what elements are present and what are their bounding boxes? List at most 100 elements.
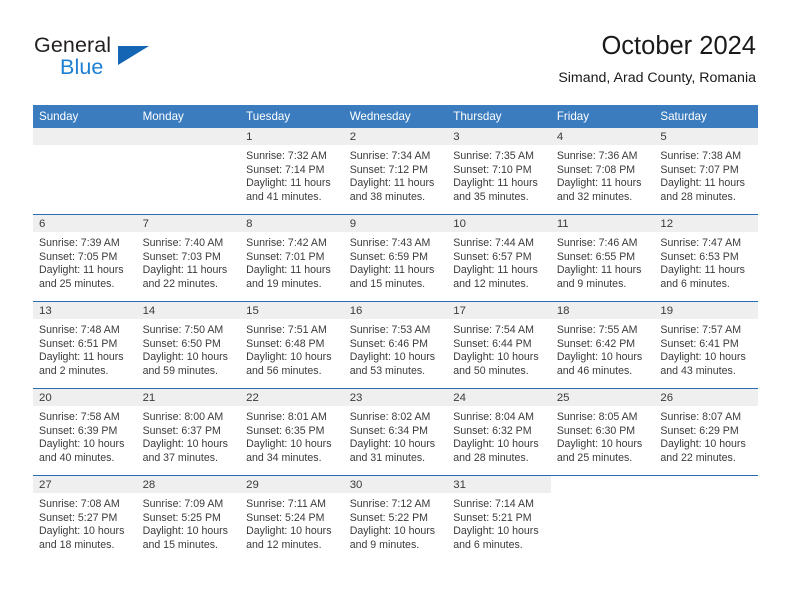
daylight-text-line2: and 40 minutes. xyxy=(39,451,115,464)
sunset-text: Sunset: 6:59 PM xyxy=(349,250,429,263)
day-number: 24 xyxy=(447,389,551,406)
day-cell-inner: 28 Sunrise: 7:09 AM Sunset: 5:25 PM Dayligh… xyxy=(136,476,241,562)
daylight-text-line2: and 28 minutes. xyxy=(660,190,736,203)
daylight-text-line1: Daylight: 11 hours xyxy=(349,264,435,277)
calendar-day-cell[interactable]: 11 Sunrise: 7:46 AM Sunset: 6:55 PM Dayligh… xyxy=(550,214,655,302)
sunrise-text: Sunrise: 7:58 AM xyxy=(39,411,120,423)
triangle-flag-icon xyxy=(118,46,149,65)
day-cell-inner xyxy=(551,476,655,562)
day-details: Sunrise: 7:08 AM Sunset: 5:27 PM Daylight:… xyxy=(33,493,137,552)
calendar-day-cell[interactable]: 19 Sunrise: 7:57 AM Sunset: 6:41 PM Dayligh… xyxy=(654,301,758,389)
calendar-day-cell[interactable]: 22 Sunrise: 8:01 AM Sunset: 6:35 PM Dayligh… xyxy=(240,388,344,476)
daylight-text-line1: Daylight: 11 hours xyxy=(453,177,538,190)
day-details: Sunrise: 8:04 AM Sunset: 6:32 PM Daylight:… xyxy=(447,406,551,465)
calendar-day-cell[interactable]: 12 Sunrise: 7:47 AM Sunset: 6:53 PM Dayligh… xyxy=(654,214,758,302)
sunset-text: Sunset: 7:14 PM xyxy=(246,163,325,176)
calendar-day-cell[interactable]: 3 Sunrise: 7:35 AM Sunset: 7:10 PM Daylight… xyxy=(447,128,551,215)
weekday-header-wednesday: Wednesday xyxy=(343,105,448,128)
calendar-day-cell-empty xyxy=(136,128,241,215)
day-cell-inner: 23 Sunrise: 8:02 AM Sunset: 6:34 PM Dayligh… xyxy=(343,389,448,475)
calendar-day-cell[interactable]: 26 Sunrise: 8:07 AM Sunset: 6:29 PM Dayligh… xyxy=(654,388,758,476)
day-number: 6 xyxy=(33,215,137,232)
calendar-day-cell[interactable]: 1 Sunrise: 7:32 AM Sunset: 7:14 PM Daylight… xyxy=(240,128,344,215)
sunset-text: Sunset: 7:12 PM xyxy=(349,163,429,176)
day-number: 9 xyxy=(343,215,448,232)
calendar-day-cell[interactable]: 5 Sunrise: 7:38 AM Sunset: 7:07 PM Daylight… xyxy=(654,128,758,215)
day-details: Sunrise: 7:48 AM Sunset: 6:51 PM Daylight:… xyxy=(33,319,137,378)
calendar-day-cell[interactable]: 15 Sunrise: 7:51 AM Sunset: 6:48 PM Dayligh… xyxy=(240,301,344,389)
calendar-day-cell[interactable]: 30 Sunrise: 7:12 AM Sunset: 5:22 PM Dayligh… xyxy=(343,475,448,562)
general-blue-logo[interactable]: General Blue xyxy=(34,33,264,87)
day-cell-inner: 29 Sunrise: 7:11 AM Sunset: 5:24 PM Dayligh… xyxy=(240,476,344,562)
calendar-day-cell[interactable]: 8 Sunrise: 7:42 AM Sunset: 7:01 PM Daylight… xyxy=(240,214,344,302)
sunset-text: Sunset: 6:55 PM xyxy=(556,250,636,263)
calendar-day-cell[interactable]: 27 Sunrise: 7:08 AM Sunset: 5:27 PM Dayligh… xyxy=(33,475,137,562)
day-details: Sunrise: 7:12 AM Sunset: 5:22 PM Daylight:… xyxy=(344,493,448,552)
sunset-text: Sunset: 6:53 PM xyxy=(660,250,739,263)
calendar-day-cell[interactable]: 25 Sunrise: 8:05 AM Sunset: 6:30 PM Dayligh… xyxy=(550,388,655,476)
daylight-text-line1: Daylight: 11 hours xyxy=(142,264,228,277)
daylight-text-line1: Daylight: 10 hours xyxy=(453,525,539,538)
calendar-grid: Sunday Monday Tuesday Wednesday Thursday Frid… xyxy=(33,105,758,562)
daylight-text-line2: and 25 minutes. xyxy=(556,451,633,464)
sunrise-text: Sunrise: 7:57 AM xyxy=(660,324,742,336)
calendar-day-cell[interactable]: 14 Sunrise: 7:50 AM Sunset: 6:50 PM Dayligh… xyxy=(136,301,241,389)
calendar-day-cell-empty xyxy=(550,475,655,562)
calendar-day-cell[interactable]: 4 Sunrise: 7:36 AM Sunset: 7:08 PM Daylight… xyxy=(550,128,655,215)
day-cell-inner: 22 Sunrise: 8:01 AM Sunset: 6:35 PM Dayligh… xyxy=(240,389,344,475)
day-cell-inner: 2 Sunrise: 7:34 AM Sunset: 7:12 PM Daylight… xyxy=(343,128,448,214)
daylight-text-line2: and 28 minutes. xyxy=(453,451,529,464)
calendar-day-cell[interactable]: 18 Sunrise: 7:55 AM Sunset: 6:42 PM Dayligh… xyxy=(550,301,655,389)
sunrise-text: Sunrise: 7:51 AM xyxy=(246,324,327,336)
calendar-day-cell[interactable]: 21 Sunrise: 8:00 AM Sunset: 6:37 PM Dayligh… xyxy=(136,388,241,476)
sunrise-text: Sunrise: 8:04 AM xyxy=(453,411,534,423)
calendar-day-cell[interactable]: 31 Sunrise: 7:14 AM Sunset: 5:21 PM Dayligh… xyxy=(447,475,551,562)
calendar-day-cell[interactable]: 17 Sunrise: 7:54 AM Sunset: 6:44 PM Dayligh… xyxy=(447,301,551,389)
calendar-day-cell[interactable]: 20 Sunrise: 7:58 AM Sunset: 6:39 PM Dayligh… xyxy=(33,388,137,476)
calendar-day-cell[interactable]: 7 Sunrise: 7:40 AM Sunset: 7:03 PM Daylight… xyxy=(136,214,241,302)
sunrise-text: Sunrise: 7:11 AM xyxy=(246,498,327,510)
calendar-day-cell[interactable]: 29 Sunrise: 7:11 AM Sunset: 5:24 PM Dayligh… xyxy=(240,475,344,562)
calendar-day-cell[interactable]: 16 Sunrise: 7:53 AM Sunset: 6:46 PM Dayligh… xyxy=(343,301,448,389)
day-details: Sunrise: 8:07 AM Sunset: 6:29 PM Daylight:… xyxy=(654,406,758,465)
calendar-day-cell[interactable]: 13 Sunrise: 7:48 AM Sunset: 6:51 PM Dayligh… xyxy=(33,301,137,389)
daylight-text-line2: and 12 minutes. xyxy=(453,277,529,290)
sunrise-text: Sunrise: 8:01 AM xyxy=(246,411,327,423)
day-cell-inner: 1 Sunrise: 7:32 AM Sunset: 7:14 PM Daylight… xyxy=(240,128,344,214)
calendar-day-cell[interactable]: 2 Sunrise: 7:34 AM Sunset: 7:12 PM Daylight… xyxy=(343,128,448,215)
day-number: 31 xyxy=(447,476,551,493)
daylight-text-line1: Daylight: 10 hours xyxy=(246,438,332,451)
day-number: 22 xyxy=(240,389,344,406)
calendar-day-cell[interactable]: 6 Sunrise: 7:39 AM Sunset: 7:05 PM Daylight… xyxy=(33,214,137,302)
calendar-day-cell[interactable]: 9 Sunrise: 7:43 AM Sunset: 6:59 PM Daylight… xyxy=(343,214,448,302)
calendar-day-cell[interactable]: 10 Sunrise: 7:44 AM Sunset: 6:57 PM Dayligh… xyxy=(447,214,551,302)
calendar-day-cell[interactable]: 28 Sunrise: 7:09 AM Sunset: 5:25 PM Dayligh… xyxy=(136,475,241,562)
day-number: 8 xyxy=(240,215,344,232)
day-details: Sunrise: 7:36 AM Sunset: 7:08 PM Daylight:… xyxy=(551,145,655,204)
day-cell-inner: 6 Sunrise: 7:39 AM Sunset: 7:05 PM Daylight… xyxy=(33,215,137,301)
day-cell-inner xyxy=(33,128,137,214)
calendar-day-cell-empty xyxy=(33,128,137,215)
daylight-text-line2: and 32 minutes. xyxy=(556,190,633,203)
logo-text-blue: Blue xyxy=(60,55,104,79)
calendar-day-cell-empty xyxy=(654,475,758,562)
sunset-text: Sunset: 6:44 PM xyxy=(453,337,532,350)
daylight-text-line1: Daylight: 10 hours xyxy=(349,525,436,538)
day-details: Sunrise: 7:32 AM Sunset: 7:14 PM Daylight:… xyxy=(240,145,344,204)
day-number: 12 xyxy=(654,215,758,232)
sunset-text: Sunset: 5:24 PM xyxy=(246,511,325,524)
sunrise-text: Sunrise: 7:54 AM xyxy=(453,324,534,336)
sunrise-text: Sunrise: 7:38 AM xyxy=(660,150,742,162)
day-cell-inner: 21 Sunrise: 8:00 AM Sunset: 6:37 PM Dayligh… xyxy=(136,389,241,475)
calendar-day-cell[interactable]: 24 Sunrise: 8:04 AM Sunset: 6:32 PM Dayligh… xyxy=(447,388,551,476)
sunset-text: Sunset: 6:34 PM xyxy=(349,424,429,437)
calendar-day-cell[interactable]: 23 Sunrise: 8:02 AM Sunset: 6:34 PM Dayligh… xyxy=(343,388,448,476)
day-details: Sunrise: 7:39 AM Sunset: 7:05 PM Daylight:… xyxy=(33,232,137,291)
day-number: 23 xyxy=(343,389,448,406)
day-number: 28 xyxy=(136,476,241,493)
sunrise-text: Sunrise: 7:32 AM xyxy=(246,150,327,162)
day-number: 5 xyxy=(654,128,758,145)
sunset-text: Sunset: 6:37 PM xyxy=(142,424,221,437)
day-number: 11 xyxy=(550,215,655,232)
sunrise-text: Sunrise: 7:34 AM xyxy=(349,150,431,162)
